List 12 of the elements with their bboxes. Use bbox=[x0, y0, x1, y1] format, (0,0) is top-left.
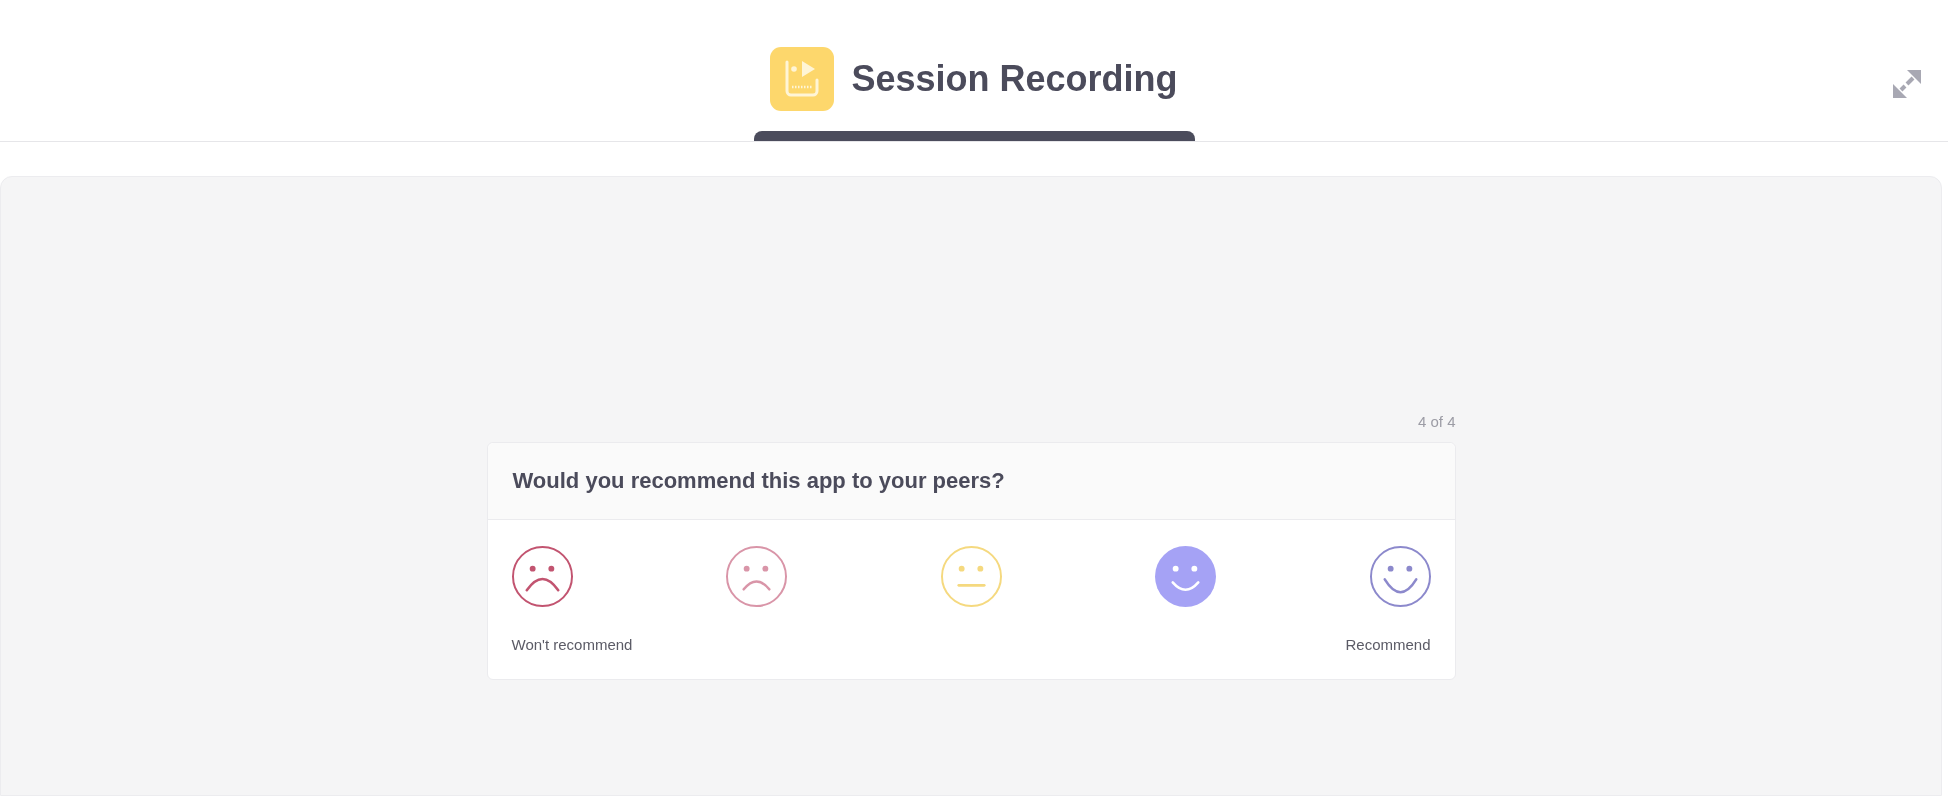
play-screen-icon bbox=[770, 47, 835, 111]
neutral-face-icon[interactable] bbox=[940, 546, 1002, 607]
progress-counter: 4 of 4 bbox=[1417, 412, 1456, 432]
page-title: Session Recording bbox=[851, 57, 1178, 101]
frowning-face-icon[interactable] bbox=[511, 546, 573, 607]
scale-low-label: Won't recommend bbox=[511, 635, 633, 655]
scale-high-label: Recommend bbox=[1345, 635, 1431, 655]
expand-icon[interactable] bbox=[1892, 69, 1922, 99]
smiling-face-icon[interactable] bbox=[1155, 546, 1216, 607]
question-text: Would you recommend this app to your peers? bbox=[512, 467, 1005, 495]
frowning-face-icon[interactable] bbox=[726, 546, 787, 607]
smiling-face-icon[interactable] bbox=[1369, 546, 1431, 607]
